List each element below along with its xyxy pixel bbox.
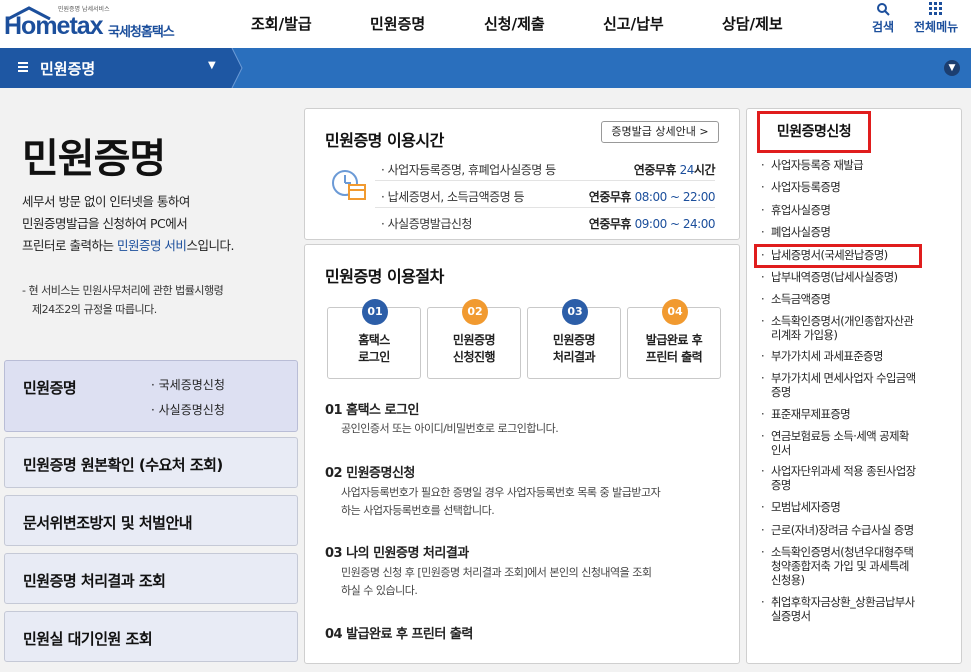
nav-item-application[interactable]: 신청/제출 [484, 13, 545, 34]
hours-card: 민원증명 이용시간 증명발급 상세안내 > · 사업자등록증명, 휴폐업사실증명… [304, 108, 740, 240]
procedure-item-heading: 03 나의 민원증명 처리결과 [325, 546, 469, 561]
hamburger-icon [18, 62, 28, 72]
step-card-print: 04 발급완료 후 프린터 출력 [627, 299, 721, 379]
step-card-login: 01 홈택스 로그인 [327, 299, 421, 379]
procedure-title: 민원증명 이용절차 [325, 267, 444, 286]
page-description: 세무서 방문 없이 인터넷을 통하여 민원증명발급을 신청하여 PC에서 프린터… [22, 194, 234, 253]
service-link[interactable]: 민원증명 서비 [117, 238, 187, 253]
top-header: 민원증명 납세서비스 Hometax 국세청홈택스 조회/발급 민원증명 신청/… [0, 0, 971, 48]
list-item[interactable]: 휴업사실증명 [759, 204, 949, 218]
nav-item-report-payment[interactable]: 신고/납부 [603, 13, 664, 34]
procedure-item-desc: 민원증명 신청 후 [민원증명 처리결과 조회]에서 본인의 신청내역을 조회 하… [341, 566, 652, 597]
certificate-apply-panel: 민원증명신청 사업자등록증 재발급 사업자등록증명 휴업사실증명 폐업사실증명 … [746, 108, 962, 664]
breadcrumb-arrow-icon [230, 48, 243, 88]
list-item-tax-payment-cert[interactable]: 납세증명서(국세완납증명) [754, 244, 922, 268]
page-title: 민원증명 [22, 136, 166, 182]
detail-guide-button[interactable]: 증명발급 상세안내 > [601, 121, 719, 143]
hours-row: · 납세증명서, 소득금액증명 등 연중무휴 08:00 ~ 22:00 [375, 184, 716, 208]
step-card-apply: 02 민원증명 신청진행 [427, 299, 521, 379]
sub-link-national-tax-cert[interactable]: · 국세증명신청 [151, 376, 225, 393]
expand-down-icon[interactable]: ▼ [944, 60, 960, 76]
procedure-item-desc: 공인인증서 또는 아이디/비밀번호로 로그인합니다. [341, 422, 559, 435]
logo-text: Hometax [4, 12, 104, 40]
legal-note: - 현 서비스는 민원사무처리에 관한 법률시행령 제24조2의 규정을 따릅니… [22, 284, 224, 316]
list-item[interactable]: 부가가치세 면세사업자 수입금액증명 [759, 372, 949, 400]
procedure-card: 민원증명 이용절차 01 홈택스 로그인 02 민원증명 신청진행 03 민원증명 처… [304, 244, 740, 664]
all-menu-label: 전체메뉴 [914, 20, 959, 34]
grid-menu-icon [929, 2, 943, 15]
nav-item-consult[interactable]: 상담/제보 [722, 13, 783, 34]
menu-box-original-check[interactable]: 민원증명 원본확인 (수요처 조회) [4, 437, 298, 488]
step-number-badge: 03 [562, 299, 588, 325]
list-item[interactable]: 폐업사실증명 [759, 226, 949, 240]
section-menu-dropdown[interactable]: 민원증명 ▼ [0, 48, 232, 88]
list-item[interactable]: 소득확인증명서(청년우대형주택청약종합저축 가입 및 과세특례신청용) [759, 546, 949, 588]
step-number-badge: 04 [662, 299, 688, 325]
procedure-item-heading: 04 발급완료 후 프린터 출력 [325, 627, 473, 642]
menu-box-waiting-count[interactable]: 민원실 대기인원 조회 [4, 611, 298, 662]
hometax-logo[interactable]: 민원증명 납세서비스 Hometax 국세청홈택스 [4, 4, 194, 44]
search-button[interactable]: 검색 [872, 2, 894, 35]
step-number-badge: 02 [462, 299, 488, 325]
list-item[interactable]: 연금보험료등 소득·세액 공제확인서 [759, 430, 949, 458]
list-item[interactable]: 근로(자녀)장려금 수급사실 증명 [759, 524, 949, 538]
list-item[interactable]: 소득확인증명서(개인종합자산관리계좌 가입용) [759, 315, 949, 343]
nav-item-civil-certificate[interactable]: 민원증명 [370, 13, 425, 34]
menu-box-civil-certificate[interactable]: 민원증명 · 국세증명신청 · 사실증명신청 [4, 360, 298, 432]
menu-box-result-inquiry[interactable]: 민원증명 처리결과 조회 [4, 553, 298, 604]
list-item[interactable]: 사업자단위과세 적용 종된사업장증명 [759, 465, 949, 493]
step-number-badge: 01 [362, 299, 388, 325]
list-item[interactable]: 사업자등록증명 [759, 181, 949, 195]
hours-table: · 사업자등록증명, 휴폐업사실증명 등 연중무휴 24시간 · 납세증명서, … [305, 157, 741, 237]
logo-korean-text: 국세청홈택스 [108, 25, 175, 40]
list-item[interactable]: 표준재무제표증명 [759, 408, 949, 422]
hours-row: · 사실증명발급신청 연중무휴 09:00 ~ 24:00 [381, 217, 716, 231]
section-bar: 민원증명 ▼ ▼ [0, 48, 971, 88]
menu-box-forgery-prevention[interactable]: 문서위변조방지 및 처벌안내 [4, 495, 298, 546]
hours-title: 민원증명 이용시간 [325, 131, 444, 150]
section-title: 민원증명 [40, 60, 96, 78]
search-icon [877, 3, 890, 16]
all-menu-button[interactable]: 전체메뉴 [914, 2, 958, 35]
search-label: 검색 [872, 20, 895, 34]
list-item[interactable]: 부가가치세 과세표준증명 [759, 350, 949, 364]
list-item[interactable]: 취업후학자금상환_상환금납부사실증명서 [759, 596, 949, 624]
procedure-item-heading: 02 민원증명신청 [325, 466, 415, 481]
nav-item-inquiry[interactable]: 조회/발급 [251, 13, 312, 34]
caret-down-icon: ▼ [208, 60, 216, 71]
sub-link-fact-cert[interactable]: · 사실증명신청 [151, 401, 225, 418]
procedure-item-heading: 01 홈택스 로그인 [325, 403, 419, 418]
hours-row: · 사업자등록증명, 휴폐업사실증명 등 연중무휴 24시간 [375, 157, 716, 181]
step-card-result: 03 민원증명 처리결과 [527, 299, 621, 379]
list-item[interactable]: 납부내역증명(납세사실증명) [759, 271, 949, 285]
list-item[interactable]: 사업자등록증 재발급 [759, 159, 949, 173]
panel-title: 민원증명신청 [757, 111, 871, 153]
procedure-item-desc: 사업자등록번호가 필요한 증명일 경우 사업자등록번호 목록 중 발급받고자 하는… [341, 486, 661, 517]
list-item[interactable]: 소득금액증명 [759, 293, 949, 307]
list-item[interactable]: 모범납세자증명 [759, 501, 949, 515]
left-column: 민원증명 세무서 방문 없이 인터넷을 통하여 민원증명발급을 신청하여 PC에… [0, 88, 302, 672]
